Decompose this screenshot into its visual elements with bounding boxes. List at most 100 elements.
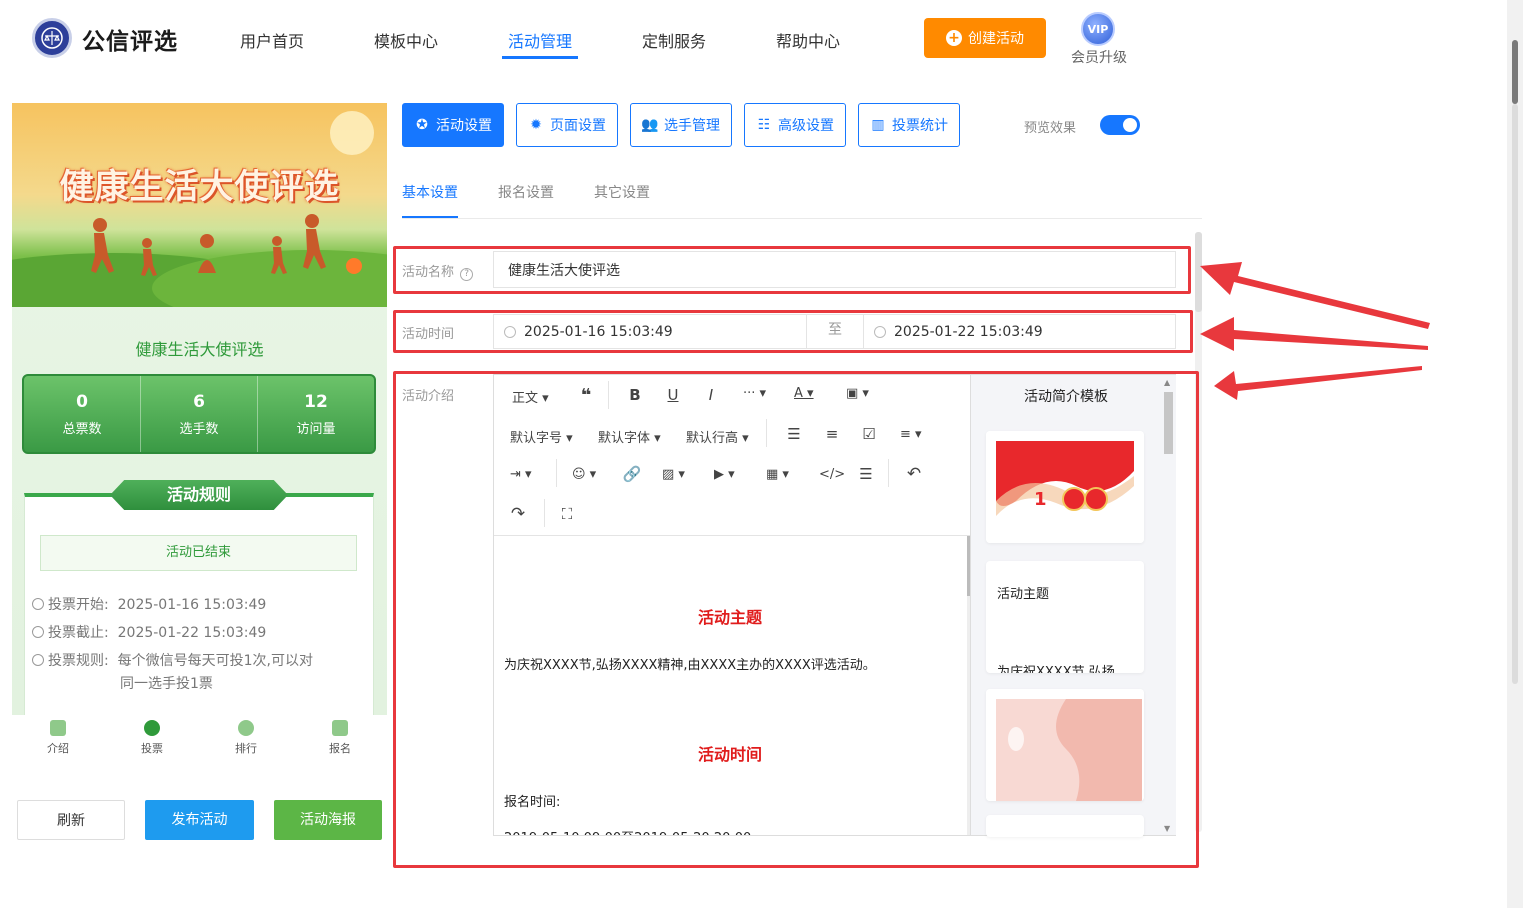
image-icon[interactable]: ▨ ▾ <box>662 467 685 482</box>
tabbar-rank[interactable]: 排行 <box>226 720 266 756</box>
fullscreen-icon[interactable]: ⛶ <box>557 505 577 523</box>
nav-user-home[interactable]: 用户首页 <box>240 28 304 52</box>
indent-icon[interactable]: ⇥ ▾ <box>510 467 532 482</box>
vip-upgrade-link[interactable]: 会员升级 <box>1071 47 1127 67</box>
italic-icon[interactable]: I <box>701 386 721 404</box>
numbered-list-icon[interactable]: ≡ <box>822 425 842 443</box>
page-scrollbar[interactable] <box>1507 0 1523 908</box>
stat-visits: 12 访问量 <box>258 376 374 452</box>
preview-toggle[interactable] <box>1100 115 1140 135</box>
intro-label: 活动介绍 <box>402 389 455 404</box>
table-icon[interactable]: ▦ ▾ <box>766 467 789 482</box>
time-range-picker[interactable]: 2025-01-16 15:03:49 至 2025-01-22 15:03:4… <box>493 314 1176 349</box>
format-select[interactable]: 正文 ▾ <box>512 387 549 406</box>
banner-title: 健康生活大使评选 <box>59 167 340 207</box>
rules-title: 活动规则 <box>110 480 288 510</box>
template-card-title: 活动主题 <box>997 587 1050 602</box>
star-icon: ✪ <box>416 117 428 133</box>
tab-contestant-management[interactable]: 👥 选手管理 <box>630 103 732 147</box>
tab-vote-statistics[interactable]: ▥ 投票统计 <box>858 103 960 147</box>
brand-name[interactable]: 公信评选 <box>82 22 178 56</box>
tab-activity-settings[interactable]: ✪ 活动设置 <box>402 103 504 147</box>
plus-icon: + <box>946 30 962 46</box>
bullet-list-icon[interactable]: ☰ <box>784 425 804 443</box>
underline-icon[interactable]: U <box>663 386 683 404</box>
help-icon[interactable]: ? <box>460 268 474 281</box>
bold-icon[interactable]: B <box>625 386 645 404</box>
code-icon[interactable]: </> <box>819 467 845 482</box>
more-icon[interactable]: ··· ▾ <box>743 386 766 401</box>
line-height-label: 默认行高 <box>686 431 739 446</box>
stat-label: 访问量 <box>296 422 336 437</box>
link-icon[interactable]: 🔗 <box>622 465 642 483</box>
checkbox-icon[interactable]: ☑ <box>859 425 879 443</box>
format-label: 正文 <box>512 391 539 406</box>
create-activity-button[interactable]: + 创建活动 <box>924 18 1046 58</box>
refresh-button[interactable]: 刷新 <box>17 800 125 840</box>
tabbar-vote[interactable]: 投票 <box>132 720 172 756</box>
info-icon <box>32 654 44 666</box>
nav-custom-service[interactable]: 定制服务 <box>642 28 706 52</box>
stat-total-votes: 0 总票数 <box>24 376 141 452</box>
divider-line-icon[interactable]: ☰ <box>856 465 876 483</box>
font-family-select[interactable]: 默认字体 ▾ <box>598 427 661 446</box>
font-color-icon[interactable]: A ▾ <box>794 386 814 401</box>
tab-label: 页面设置 <box>550 118 606 134</box>
bg-color-icon[interactable]: ▣ ▾ <box>846 386 869 401</box>
activity-name-input[interactable]: 健康生活大使评选 <box>493 251 1176 288</box>
subtab-signup[interactable]: 报名设置 <box>498 182 554 202</box>
start-time-value: 2025-01-16 15:03:49 <box>524 323 673 340</box>
clock-icon <box>32 626 44 638</box>
undo-icon[interactable]: ↶ <box>904 464 924 484</box>
template-card[interactable]: 1 <box>986 431 1144 543</box>
font-size-select[interactable]: 默认字号 ▾ <box>510 427 573 446</box>
poster-button[interactable]: 活动海报 <box>274 800 382 840</box>
tab-advanced-settings[interactable]: ☷ 高级设置 <box>744 103 846 147</box>
create-activity-label: 创建活动 <box>968 31 1024 47</box>
end-time-input[interactable]: 2025-01-22 15:03:49 <box>864 324 1174 340</box>
nav-activity-management[interactable]: 活动管理 <box>508 28 572 52</box>
tabbar-rank-label: 排行 <box>235 742 257 755</box>
content-heading-theme: 活动主题 <box>697 608 762 627</box>
start-time-input[interactable]: 2025-01-16 15:03:49 <box>494 324 806 340</box>
vote-rule-text-cont: 同一选手投1票 <box>120 676 213 692</box>
clock-icon <box>874 325 886 338</box>
subtab-other[interactable]: 其它设置 <box>594 182 650 202</box>
time-label: 活动时间 <box>402 327 455 342</box>
subtab-basic[interactable]: 基本设置 <box>402 182 458 202</box>
tab-label: 高级设置 <box>778 118 834 134</box>
template-thumbnail <box>986 689 1144 801</box>
quote-icon[interactable]: ❝ <box>576 385 596 406</box>
vote-start-value: 2025-01-16 15:03:49 <box>117 597 267 613</box>
editor-scrollbar[interactable] <box>967 536 970 835</box>
content-paragraph: 为庆祝XXXX节,弘扬XXXX精神,由XXXX主办的XXXX评选活动。 <box>504 658 876 673</box>
align-icon[interactable]: ≡ ▾ <box>900 427 922 442</box>
template-card[interactable] <box>986 815 1144 837</box>
edit-icon <box>332 720 348 736</box>
tabbar-intro[interactable]: 介绍 <box>38 720 78 756</box>
template-card[interactable] <box>986 689 1144 801</box>
tab-page-settings[interactable]: ✹ 页面设置 <box>516 103 618 147</box>
font-family-label: 默认字体 <box>598 431 651 446</box>
tabbar-signup[interactable]: 报名 <box>320 720 360 756</box>
tab-label: 选手管理 <box>664 118 720 134</box>
line-height-select[interactable]: 默认行高 ▾ <box>686 427 749 446</box>
rich-text-editor[interactable]: 正文 ▾ ❝ B U I ··· ▾ A ▾ ▣ ▾ 默认字号 ▾ 默认字体 ▾… <box>493 374 971 836</box>
medal-icon <box>238 720 254 736</box>
font-size-label: 默认字号 <box>510 431 563 446</box>
vote-rule-line: 投票规则: 每个微信号每天可投1次,可以对 <box>32 650 313 670</box>
redo-icon[interactable]: ↷ <box>508 504 528 524</box>
vip-icon[interactable]: VIP <box>1081 12 1115 46</box>
nav-template-center[interactable]: 模板中心 <box>374 28 438 52</box>
emoji-icon[interactable]: ☺ ▾ <box>572 467 596 482</box>
bar-chart-icon: ▥ <box>871 117 885 133</box>
video-icon[interactable]: ▶ ▾ <box>714 467 735 482</box>
subtab-indicator <box>402 216 458 218</box>
nav-help-center[interactable]: 帮助中心 <box>776 28 840 52</box>
publish-button[interactable]: 发布活动 <box>145 800 254 840</box>
annotation-arrows <box>1200 262 1430 400</box>
template-card[interactable]: 活动主题 为庆祝XXXX节,弘扬 <box>986 561 1144 673</box>
vote-start-line: 投票开始: 2025-01-16 15:03:49 <box>32 594 266 614</box>
template-scrollbar[interactable]: ▲ ▼ <box>1162 378 1174 834</box>
editor-content[interactable]: 活动主题 为庆祝XXXX节,弘扬XXXX精神,由XXXX主办的XXXX评选活动。… <box>494 535 970 835</box>
